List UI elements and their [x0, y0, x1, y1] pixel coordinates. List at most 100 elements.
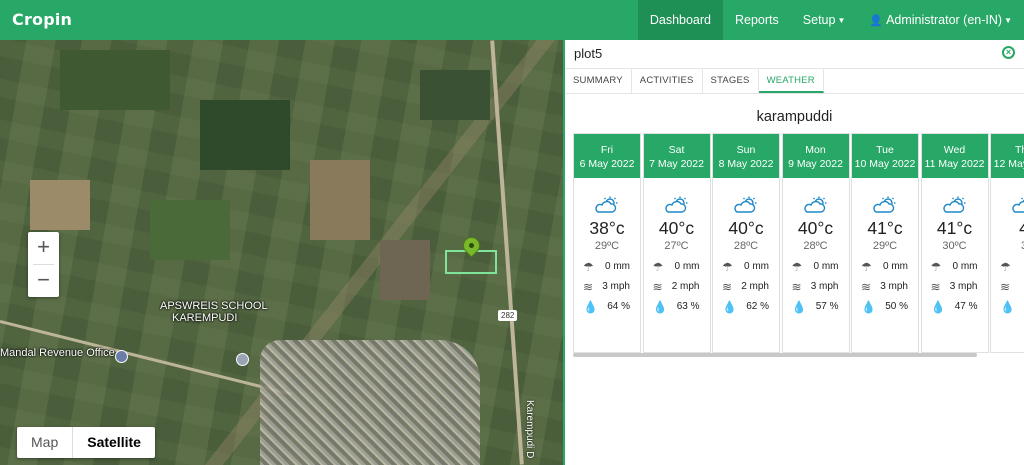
- forecast-wind-row: ≋: [991, 278, 1024, 298]
- forecast-rain-row: ☂ 0 mm: [574, 258, 640, 278]
- tab-activities[interactable]: ACTIVITIES: [632, 69, 703, 93]
- map-field: [200, 100, 290, 170]
- nav-reports[interactable]: Reports: [723, 0, 791, 40]
- forecast-rain: 0 mm: [813, 261, 839, 272]
- map-type-map-button[interactable]: Map: [17, 427, 72, 458]
- forecast-humidity-row: 💧 50 %: [852, 298, 918, 318]
- top-navbar: Cropin Dashboard Reports Setup ▼ 👤 Adminis…: [0, 0, 1024, 40]
- forecast-day-name: Tue: [876, 144, 894, 156]
- forecast-wind-row: ≋ 3 mph: [852, 278, 918, 298]
- forecast-date: 8 May 2022: [718, 158, 774, 170]
- forecast-rain: 0 mm: [674, 261, 700, 272]
- forecast-humidity: 57 %: [815, 301, 839, 312]
- forecast-temp-max: 38°c: [589, 218, 625, 238]
- forecast-day-header: Sun 8 May 2022: [713, 134, 779, 178]
- plot-detail-panel: plot5 × SUMMARY ACTIVITIES STAGES WEATHE…: [563, 40, 1024, 465]
- wind-icon: ≋: [791, 280, 802, 294]
- partly-cloudy-icon: [734, 196, 757, 213]
- map-field: [310, 160, 370, 240]
- forecast-day-name: Fri: [600, 144, 614, 156]
- tab-weather[interactable]: WEATHER: [758, 69, 824, 93]
- map-field: [60, 50, 170, 110]
- forecast-humidity-row: 💧: [991, 298, 1024, 318]
- zoom-out-button[interactable]: −: [28, 265, 59, 297]
- forecast-day-header: Thu 12 May 2022: [991, 134, 1024, 178]
- forecast-strip[interactable]: Fri 6 May 2022 38°c 29ºC ☂ 0 mm ≋ 3 mph 💧 64 % Sat…: [573, 133, 1024, 355]
- government-building-icon[interactable]: [115, 350, 128, 363]
- forecast-temp-min: 28ºC: [733, 240, 759, 252]
- forecast-day-name: Sun: [736, 144, 756, 156]
- forecast-wind: 3 mph: [880, 281, 908, 292]
- umbrella-icon: ☂: [722, 260, 733, 274]
- droplet-icon: 💧: [722, 300, 737, 314]
- school-icon[interactable]: [236, 353, 249, 366]
- map-label-school: APSWREIS SCHOOL: [160, 300, 268, 312]
- forecast-rain: 0 mm: [744, 261, 769, 272]
- caret-down-icon: ▼: [1004, 15, 1012, 25]
- droplet-icon: 💧: [930, 300, 946, 314]
- tab-stages[interactable]: STAGES: [703, 69, 759, 93]
- satellite-map[interactable]: APSWREIS SCHOOL KAREMPUDI Mandal Revenue…: [0, 40, 563, 465]
- nav-user-menu[interactable]: 👤 Administrator (en-IN) ▼: [857, 0, 1024, 40]
- forecast-rain: 0 mm: [605, 261, 630, 272]
- droplet-icon: 💧: [1000, 300, 1015, 314]
- map-field: [420, 70, 490, 120]
- umbrella-icon: ☂: [861, 260, 872, 274]
- tab-summary[interactable]: SUMMARY: [565, 69, 632, 93]
- forecast-temp-min: 29ºC: [594, 240, 620, 252]
- forecast-temp-max: 4: [1019, 218, 1024, 238]
- droplet-icon: 💧: [652, 300, 668, 314]
- forecast-date: 9 May 2022: [788, 158, 843, 170]
- forecast-rain-row: ☂ 0 mm: [713, 258, 779, 278]
- forecast-day-name: Thu: [1014, 144, 1024, 156]
- forecast-humidity: 64 %: [607, 301, 630, 312]
- forecast-temp-max: 41°c: [936, 218, 973, 238]
- forecast-rain-row: ☂: [991, 258, 1024, 278]
- forecast-rain-row: ☂ 0 mm: [644, 258, 710, 278]
- forecast-humidity: 47 %: [954, 301, 978, 312]
- user-icon: 👤: [869, 15, 884, 27]
- forecast-day-card: Mon 9 May 2022 40°c 28ºC ☂ 0 mm ≋ 3 mph 💧 57 %: [781, 133, 850, 353]
- droplet-icon: 💧: [583, 300, 598, 314]
- map-type-satellite-button[interactable]: Satellite: [72, 427, 155, 458]
- forecast-rain-row: ☂ 0 mm: [922, 258, 988, 278]
- umbrella-icon: ☂: [583, 260, 594, 274]
- partly-cloudy-icon: [942, 196, 965, 213]
- close-icon[interactable]: ×: [1002, 46, 1015, 59]
- forecast-wind-row: ≋ 2 mph: [644, 278, 710, 298]
- forecast-temp-max: 40°c: [658, 218, 695, 238]
- forecast-wind: 2 mph: [741, 281, 769, 292]
- forecast-wind-row: ≋ 3 mph: [783, 278, 849, 298]
- forecast-wind: 3 mph: [602, 281, 630, 292]
- wind-icon: ≋: [652, 280, 663, 294]
- wind-icon: ≋: [583, 280, 594, 294]
- road-label: Karempudi D: [524, 400, 535, 459]
- partly-cloudy-icon: [664, 196, 687, 213]
- map-field: [380, 240, 430, 300]
- nav-dashboard[interactable]: Dashboard: [637, 0, 723, 40]
- nav-setup[interactable]: Setup ▼: [791, 0, 858, 40]
- map-label-office: Mandal Revenue Office: [0, 347, 115, 359]
- caret-down-icon: ▼: [837, 15, 846, 25]
- forecast-temp-min: 29ºC: [872, 240, 898, 252]
- forecast-scrollbar[interactable]: [573, 353, 977, 357]
- wind-icon: ≋: [930, 280, 941, 294]
- weather-location: karampuddi: [756, 109, 833, 125]
- umbrella-icon: ☂: [1000, 260, 1011, 274]
- wind-icon: ≋: [722, 280, 733, 294]
- forecast-day-header: Tue 10 May 2022: [852, 134, 918, 178]
- forecast-day-header: Sat 7 May 2022: [643, 134, 710, 178]
- forecast-rain: 0 mm: [952, 261, 978, 272]
- forecast-day-name: Sat: [668, 144, 685, 156]
- forecast-date: 12 May 2022: [993, 158, 1024, 170]
- forecast-day-card: Sat 7 May 2022 40°c 27ºC ☂ 0 mm ≋ 2 mph 💧 63 %: [642, 133, 711, 353]
- forecast-date: 10 May 2022: [854, 158, 916, 170]
- wind-icon: ≋: [861, 280, 872, 294]
- forecast-wind: 3 mph: [949, 281, 978, 292]
- forecast-wind-row: ≋ 3 mph: [922, 278, 988, 298]
- panel-title: plot5: [574, 46, 603, 61]
- forecast-date: 11 May 2022: [924, 158, 985, 170]
- forecast-humidity: 63 %: [676, 301, 700, 312]
- cropin-logo[interactable]: Cropin: [12, 10, 72, 29]
- zoom-in-button[interactable]: +: [28, 232, 59, 264]
